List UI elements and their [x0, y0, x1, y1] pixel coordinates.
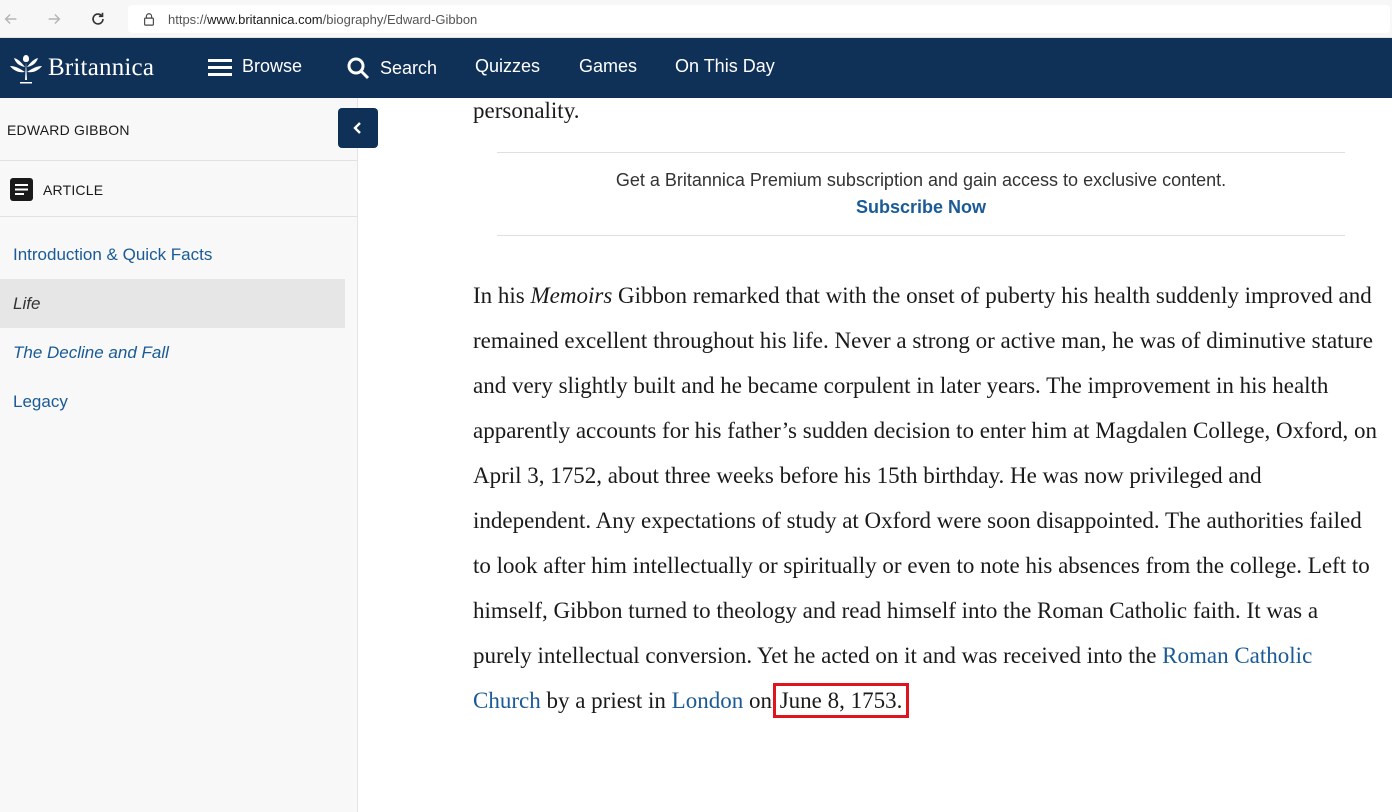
lock-icon[interactable] — [140, 10, 158, 28]
article-content: personality. Get a Britannica Premium su… — [359, 98, 1392, 812]
highlighted-date: June 8, 1753. — [772, 683, 910, 718]
previous-paragraph-end: personality. — [473, 98, 580, 123]
thistle-logo-icon — [10, 55, 42, 84]
site-header: Britannica Browse Search Quizzes Games O… — [0, 38, 1392, 98]
london-link[interactable]: London — [672, 688, 744, 713]
toc-item-introduction[interactable]: Introduction & Quick Facts — [0, 230, 345, 279]
quizzes-label: Quizzes — [475, 56, 541, 76]
paragraph-body: Gibbon remarked that with the onset of p… — [473, 283, 1377, 668]
britannica-logo[interactable]: Britannica — [8, 52, 154, 84]
nav-link-quizzes[interactable]: Quizzes — [475, 56, 540, 77]
search-icon — [347, 57, 370, 80]
promo-text: Get a Britannica Premium subscription an… — [615, 170, 1227, 190]
paragraph-mid: by a priest in — [540, 688, 672, 713]
memoirs-title: Memoirs — [530, 283, 613, 308]
article-label: ARTICLE — [43, 181, 104, 198]
reload-icon[interactable] — [87, 8, 109, 30]
back-arrow-icon[interactable] — [0, 8, 22, 30]
browser-toolbar: https://www.britannica.com/biography/Edw… — [0, 0, 1392, 38]
toc-item-decline-and-fall[interactable]: The Decline and Fall — [0, 328, 345, 377]
sidebar-divider — [0, 160, 358, 161]
sidebar-title: EDWARD GIBBON — [7, 122, 130, 138]
paragraph-on: on — [743, 688, 778, 713]
table-of-contents: Introduction & Quick Facts Life The Decl… — [0, 230, 345, 426]
toc-item-legacy[interactable]: Legacy — [0, 377, 345, 426]
article-section-link[interactable]: ARTICLE — [10, 178, 103, 201]
nav-link-games[interactable]: Games — [579, 56, 637, 77]
browse-label: Browse — [242, 56, 303, 76]
paragraph-intro: In his — [473, 283, 531, 308]
collapse-sidebar-button[interactable] — [338, 108, 378, 148]
url-prefix: https:// — [168, 11, 208, 27]
browse-menu-button[interactable]: Browse — [208, 56, 302, 77]
address-bar[interactable]: https://www.britannica.com/biography/Edw… — [128, 5, 1390, 33]
url-path: /biography/Edward-Gibbon — [322, 11, 478, 27]
forward-arrow-icon[interactable] — [43, 8, 65, 30]
sidebar-divider — [0, 216, 358, 217]
article-paragraph: In his Memoirs Gibbon remarked that with… — [473, 273, 1378, 723]
on-this-day-label: On This Day — [675, 56, 775, 76]
article-icon — [10, 178, 33, 201]
url-host: www.britannica.com — [207, 11, 323, 27]
search-label: Search — [380, 57, 438, 78]
search-button[interactable]: Search — [346, 56, 437, 80]
toc-item-life[interactable]: Life — [0, 279, 345, 328]
hamburger-menu-icon — [208, 58, 232, 76]
subscribe-now-link[interactable]: Subscribe Now — [856, 197, 986, 218]
article-sidebar: EDWARD GIBBON ARTICLE Introduction & Qui… — [0, 98, 378, 812]
chevron-left-icon — [353, 122, 361, 134]
nav-link-on-this-day[interactable]: On This Day — [675, 56, 775, 77]
url-text[interactable]: https://www.britannica.com/biography/Edw… — [168, 12, 477, 27]
logo-text: Britannica — [48, 54, 155, 81]
games-label: Games — [579, 56, 638, 76]
premium-promo: Get a Britannica Premium subscription an… — [497, 152, 1345, 236]
